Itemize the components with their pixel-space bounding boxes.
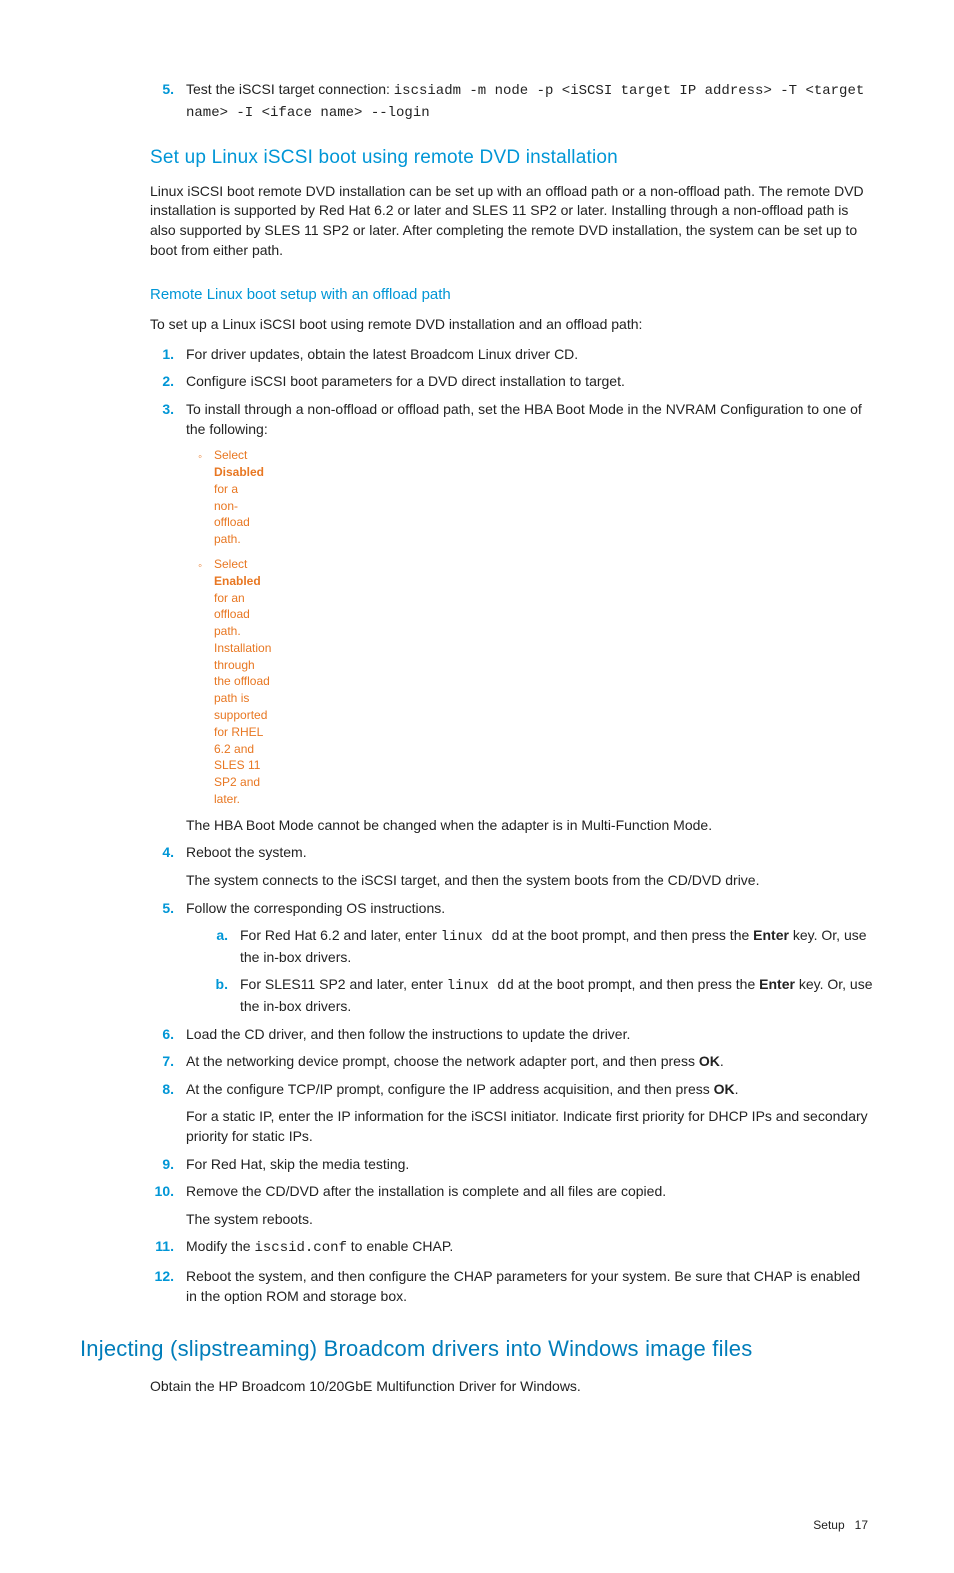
- substep-number: a.: [214, 926, 240, 967]
- text: Modify the: [186, 1238, 254, 1254]
- step-number: 3.: [150, 400, 186, 439]
- step-text: Remove the CD/DVD after the installation…: [186, 1182, 874, 1202]
- step-number: 6.: [150, 1025, 186, 1045]
- step-5-a: a. For Red Hat 6.2 and later, enter linu…: [214, 926, 874, 967]
- text: at the boot prompt, and then press the: [508, 927, 753, 943]
- bold: Enter: [759, 976, 795, 992]
- step-10: 10. Remove the CD/DVD after the installa…: [150, 1182, 874, 1202]
- bullet-icon: ◦: [186, 447, 214, 548]
- code: linux dd: [441, 929, 508, 945]
- step-number: 4.: [150, 843, 186, 863]
- step-8-note: For a static IP, enter the IP informatio…: [186, 1107, 874, 1146]
- step-number: 7.: [150, 1052, 186, 1072]
- bold: OK: [699, 1053, 720, 1069]
- step-4: 4. Reboot the system.: [150, 843, 874, 863]
- bold: OK: [714, 1081, 735, 1097]
- step-3-bullet-enabled: ◦ Select Enabled for an offload path. In…: [186, 556, 204, 808]
- code: linux dd: [447, 978, 514, 994]
- step-number: 12.: [150, 1267, 186, 1306]
- text: At the networking device prompt, choose …: [186, 1053, 699, 1069]
- bold: Enabled: [214, 574, 261, 588]
- bold: Enter: [753, 927, 789, 943]
- text: For SLES11 SP2 and later, enter: [240, 976, 447, 992]
- substep-number: b.: [214, 975, 240, 1016]
- step-text: To install through a non-offload or offl…: [186, 400, 874, 439]
- step-text: For Red Hat, skip the media testing.: [186, 1155, 874, 1175]
- step-number: 9.: [150, 1155, 186, 1175]
- text: For Red Hat 6.2 and later, enter: [240, 927, 441, 943]
- step-number: 2.: [150, 372, 186, 392]
- step-text: Test the iSCSI target connection: iscsia…: [186, 80, 874, 123]
- text: Select: [214, 448, 247, 462]
- bullet-text: Select Enabled for an offload path. Inst…: [214, 556, 271, 808]
- text: .: [720, 1053, 724, 1069]
- step-1: 1. For driver updates, obtain the latest…: [150, 345, 874, 365]
- step-3: 3. To install through a non-offload or o…: [150, 400, 874, 439]
- step-number: 5.: [150, 80, 186, 123]
- text: at the boot prompt, and then press the: [514, 976, 759, 992]
- text: .: [735, 1081, 739, 1097]
- step-3-bullet-disabled: ◦ Select Disabled for a non-offload path…: [186, 447, 204, 548]
- step-6: 6. Load the CD driver, and then follow t…: [150, 1025, 874, 1045]
- text: to enable CHAP.: [347, 1238, 453, 1254]
- step-12: 12. Reboot the system, and then configur…: [150, 1267, 874, 1306]
- substep-text: For SLES11 SP2 and later, enter linux dd…: [240, 975, 874, 1016]
- step-10-note: The system reboots.: [186, 1210, 874, 1230]
- step-3-note: The HBA Boot Mode cannot be changed when…: [186, 816, 874, 836]
- text: for an offload path. Installation throug…: [214, 591, 271, 807]
- bullet-text: Select Disabled for a non-offload path.: [214, 447, 264, 548]
- step-text: For driver updates, obtain the latest Br…: [186, 345, 874, 365]
- step-text: Load the CD driver, and then follow the …: [186, 1025, 874, 1045]
- step-number: 5.: [150, 899, 186, 919]
- footer-section: Setup: [813, 1518, 844, 1532]
- page-footer: Setup 17: [80, 1517, 874, 1534]
- step-number: 1.: [150, 345, 186, 365]
- step-4-note: The system connects to the iSCSI target,…: [186, 871, 874, 891]
- step-text: Reboot the system, and then configure th…: [186, 1267, 874, 1306]
- step-text: Reboot the system.: [186, 843, 874, 863]
- text: for a non-offload path.: [214, 482, 250, 546]
- step-number: 10.: [150, 1182, 186, 1202]
- text: At the configure TCP/IP prompt, configur…: [186, 1081, 714, 1097]
- substep-text: For Red Hat 6.2 and later, enter linux d…: [240, 926, 874, 967]
- step-7: 7. At the networking device prompt, choo…: [150, 1052, 874, 1072]
- text: Select: [214, 557, 247, 571]
- step-text: At the configure TCP/IP prompt, configur…: [186, 1080, 874, 1100]
- code: iscsid.conf: [254, 1240, 346, 1256]
- step-text: Follow the corresponding OS instructions…: [186, 899, 874, 919]
- footer-page: 17: [855, 1518, 868, 1532]
- step-11: 11. Modify the iscsid.conf to enable CHA…: [150, 1237, 874, 1259]
- step-text: Configure iSCSI boot parameters for a DV…: [186, 372, 874, 392]
- heading-remote-offload: Remote Linux boot setup with an offload …: [150, 284, 874, 305]
- step-5: 5. Test the iSCSI target connection: isc…: [150, 80, 874, 123]
- step-lead: Test the iSCSI target connection:: [186, 81, 394, 97]
- heading-setup-linux-iscsi: Set up Linux iSCSI boot using remote DVD…: [150, 145, 874, 172]
- bold: Disabled: [214, 465, 264, 479]
- heading-injecting-broadcom: Injecting (slipstreaming) Broadcom drive…: [80, 1334, 874, 1365]
- step-2: 2. Configure iSCSI boot parameters for a…: [150, 372, 874, 392]
- step-9: 9. For Red Hat, skip the media testing.: [150, 1155, 874, 1175]
- para-setup: Linux iSCSI boot remote DVD installation…: [150, 182, 874, 260]
- step-text: At the networking device prompt, choose …: [186, 1052, 874, 1072]
- step-5b: 5. Follow the corresponding OS instructi…: [150, 899, 874, 919]
- bullet-icon: ◦: [186, 556, 214, 808]
- para-remote: To set up a Linux iSCSI boot using remot…: [150, 315, 874, 335]
- step-8: 8. At the configure TCP/IP prompt, confi…: [150, 1080, 874, 1100]
- para-inject: Obtain the HP Broadcom 10/20GbE Multifun…: [150, 1377, 874, 1397]
- step-5-b: b. For SLES11 SP2 and later, enter linux…: [214, 975, 874, 1016]
- step-number: 11.: [150, 1237, 186, 1259]
- step-number: 8.: [150, 1080, 186, 1100]
- step-text: Modify the iscsid.conf to enable CHAP.: [186, 1237, 874, 1259]
